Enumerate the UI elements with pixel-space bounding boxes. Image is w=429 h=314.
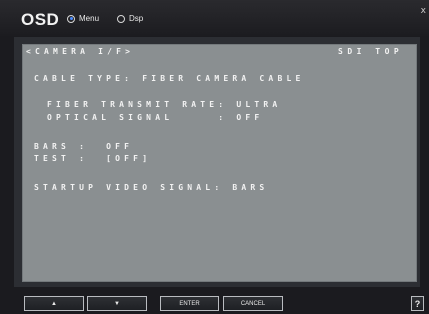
dsp-radio-label: Dsp xyxy=(129,14,144,23)
window-title: OSD xyxy=(21,10,60,29)
help-button[interactable]: ? xyxy=(411,296,424,311)
up-button[interactable]: ▲ xyxy=(24,296,84,311)
fiber-transmit-rate-line[interactable]: FIBER TRANSMIT RATE: ULTRA xyxy=(47,100,281,109)
menu-radio-label: Menu xyxy=(79,14,100,23)
cancel-button[interactable]: CANCEL xyxy=(223,296,283,311)
test-line[interactable]: TEST : [OFF] xyxy=(34,154,151,163)
cable-type-line[interactable]: CABLE TYPE: FIBER CAMERA CABLE xyxy=(34,74,305,83)
menu-radio-icon[interactable] xyxy=(67,14,75,23)
down-button[interactable]: ▼ xyxy=(87,296,147,311)
osd-header-left: <CAMERA I/F> xyxy=(26,47,135,56)
menu-radio[interactable]: Menu xyxy=(67,14,99,23)
enter-button[interactable]: ENTER xyxy=(160,296,219,311)
optical-signal-line[interactable]: OPTICAL SIGNAL : OFF xyxy=(47,113,263,122)
dsp-radio[interactable]: Dsp xyxy=(117,14,143,23)
dsp-radio-icon[interactable] xyxy=(117,14,125,23)
close-icon[interactable]: x xyxy=(421,6,426,16)
startup-video-signal-line[interactable]: STARTUP VIDEO SIGNAL: BARS xyxy=(34,183,268,192)
title-bar: OSD Menu Dsp x xyxy=(0,0,429,36)
osd-header-right: SDI TOP xyxy=(338,47,404,56)
bars-line[interactable]: BARS : OFF xyxy=(34,142,133,151)
